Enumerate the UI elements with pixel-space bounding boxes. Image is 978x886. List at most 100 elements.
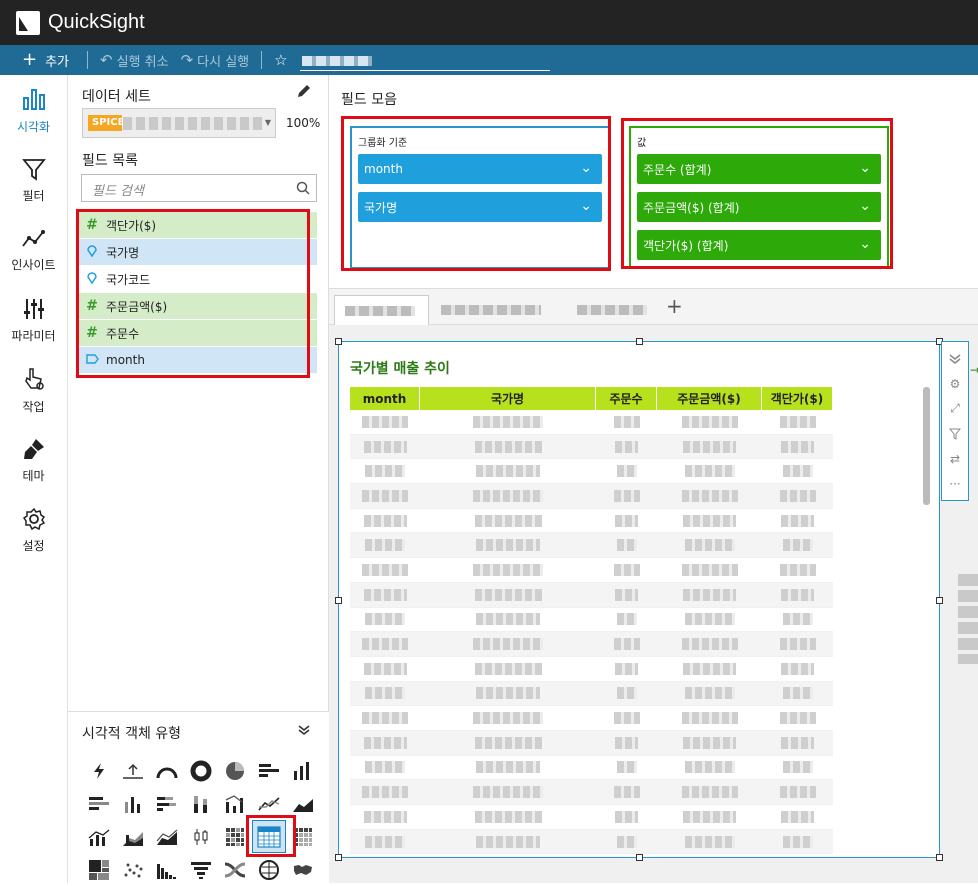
vertical-bar-icon[interactable] — [286, 754, 320, 787]
resize-handle[interactable] — [335, 338, 342, 345]
table-row[interactable] — [350, 608, 833, 633]
tree-map-icon[interactable] — [82, 853, 116, 886]
resize-handle[interactable] — [335, 854, 342, 861]
box-plot-icon[interactable] — [184, 820, 218, 853]
table-row[interactable] — [350, 730, 833, 756]
horizontal-bar-icon[interactable] — [252, 754, 286, 787]
blurred-value — [779, 712, 816, 725]
gear-icon[interactable]: ⚙ — [950, 371, 961, 396]
stacked-bar-icon[interactable] — [150, 787, 184, 820]
field-search-input[interactable]: 필드 검색 — [81, 174, 317, 202]
donut-chart-icon[interactable] — [184, 754, 218, 787]
table-cell — [596, 558, 657, 582]
blurred-value — [613, 415, 640, 428]
sankey-icon[interactable] — [218, 853, 252, 886]
nav-visualize[interactable]: 시각화 — [0, 75, 67, 145]
table-visual[interactable]: 국가별 매출 추이 month 국가명 주문수 주문금액($) 객단가($) — [335, 338, 943, 861]
blurred-value — [683, 440, 736, 453]
nav-settings[interactable]: 설정 — [0, 495, 67, 565]
table-row[interactable] — [350, 410, 833, 435]
blurred-tab-name[interactable] — [441, 305, 541, 315]
visual-toolbar: ⚙ ⤢ ⇄ ··· — [941, 341, 969, 501]
column-header[interactable]: 주문수 — [596, 387, 657, 410]
table-row[interactable] — [350, 706, 833, 731]
table-row[interactable] — [350, 533, 833, 559]
nav-themes[interactable]: 테마 — [0, 425, 67, 495]
add-button[interactable]: + 추가 — [0, 51, 81, 70]
scatter-plot-icon[interactable] — [116, 853, 150, 886]
gauge-icon[interactable] — [150, 754, 184, 787]
table-row[interactable] — [350, 805, 833, 830]
resize-handle[interactable] — [636, 854, 643, 861]
collapse-icon[interactable] — [948, 346, 962, 371]
table-cell — [596, 731, 657, 755]
column-header[interactable]: 국가명 — [420, 387, 596, 410]
geo-map-icon[interactable] — [252, 853, 286, 886]
clustered-column-icon[interactable] — [116, 787, 150, 820]
percent-area-icon[interactable] — [150, 820, 184, 853]
table-row[interactable] — [350, 780, 833, 805]
resize-handle[interactable] — [636, 338, 643, 345]
nav-actions[interactable]: 작업 — [0, 355, 67, 425]
analysis-name-input[interactable] — [299, 49, 550, 71]
expand-icon[interactable]: ⤢ — [950, 396, 960, 421]
table-cell — [350, 484, 420, 508]
autograph-icon[interactable] — [82, 754, 116, 787]
table-row[interactable] — [350, 657, 833, 682]
nav-parameters[interactable]: 파라미터 — [0, 285, 67, 355]
edit-dataset-icon[interactable] — [296, 83, 312, 103]
blurred-value — [681, 415, 738, 428]
more-options-icon[interactable]: ··· — [949, 471, 960, 496]
filled-map-icon[interactable] — [286, 853, 320, 886]
blurred-value — [365, 761, 405, 774]
divider — [87, 51, 89, 69]
funnel-chart-icon[interactable] — [184, 853, 218, 886]
kpi-icon[interactable] — [116, 754, 150, 787]
table-cell — [420, 706, 596, 730]
table-scrollbar[interactable] — [923, 387, 930, 505]
blurred-value — [473, 489, 543, 502]
blurred-value — [473, 563, 543, 576]
undo-button[interactable]: ↶ 실행 취소 — [94, 51, 175, 70]
column-header[interactable]: 객단가($) — [762, 387, 833, 410]
table-row[interactable] — [350, 829, 833, 855]
stacked-column-icon[interactable] — [184, 787, 218, 820]
histogram-icon[interactable] — [150, 853, 184, 886]
resize-handle[interactable] — [936, 597, 943, 604]
table-cell — [350, 558, 420, 582]
column-header[interactable]: 주문금액($) — [657, 387, 762, 410]
dataset-select[interactable]: SPICE ▼ — [82, 108, 276, 138]
column-header[interactable]: month — [350, 387, 420, 410]
chevron-down-icon[interactable] — [297, 724, 311, 739]
table-row[interactable] — [350, 558, 833, 583]
blurred-tab-name[interactable] — [577, 305, 647, 315]
table-row[interactable] — [350, 459, 833, 485]
table-row[interactable] — [350, 756, 833, 781]
blurred-value — [365, 835, 405, 848]
bar-line-icon[interactable] — [82, 820, 116, 853]
pie-chart-icon[interactable] — [218, 754, 252, 787]
blurred-value — [473, 712, 543, 725]
blurred-value — [781, 440, 814, 453]
clustered-bar-icon[interactable] — [82, 787, 116, 820]
table-row[interactable] — [350, 632, 833, 657]
star-icon[interactable]: ☆ — [268, 51, 293, 69]
stacked-area-icon[interactable] — [116, 820, 150, 853]
table-body — [350, 410, 833, 855]
resize-handle[interactable] — [936, 854, 943, 861]
swap-icon[interactable]: ⇄ — [950, 446, 960, 471]
table-row[interactable] — [350, 509, 833, 534]
filter-icon[interactable] — [949, 421, 961, 446]
redo-button[interactable]: ↷ 다시 실행 — [175, 51, 256, 70]
table-row[interactable] — [350, 434, 833, 460]
nav-insights[interactable]: 인사이트 — [0, 215, 67, 285]
nav-filter[interactable]: 필터 — [0, 145, 67, 215]
table-cell — [657, 459, 762, 483]
table-row[interactable] — [350, 582, 833, 608]
table-row[interactable] — [350, 681, 833, 707]
add-sheet-icon[interactable]: + — [666, 294, 683, 318]
table-row[interactable] — [350, 484, 833, 509]
resize-handle[interactable] — [335, 597, 342, 604]
sheet-tab[interactable] — [334, 295, 429, 325]
blurred-value — [613, 712, 640, 725]
